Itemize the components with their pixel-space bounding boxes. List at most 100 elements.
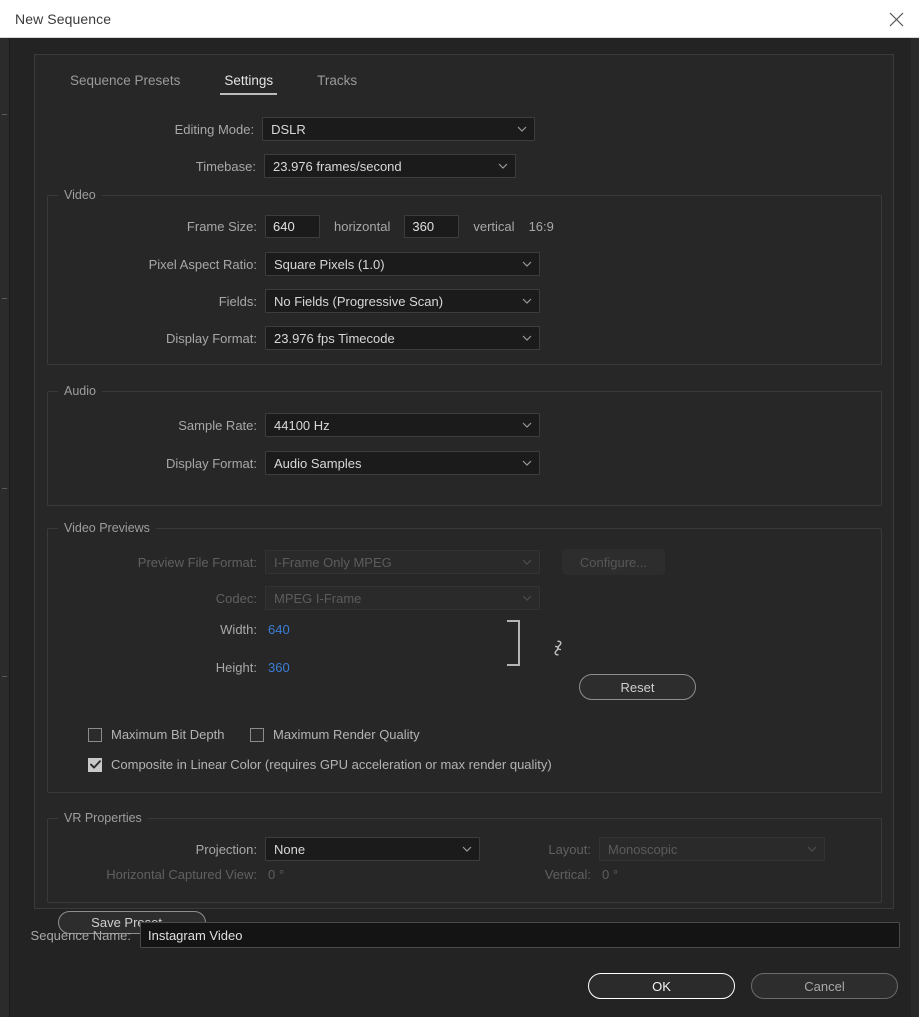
audio-display-format-row: Display Format: Audio Samples xyxy=(36,451,596,475)
close-icon[interactable] xyxy=(873,0,919,38)
tab-tracks[interactable]: Tracks xyxy=(295,73,379,95)
projection-value: None xyxy=(274,842,305,857)
preview-file-format-label: Preview File Format: xyxy=(36,555,257,570)
dialog-titlebar: New Sequence xyxy=(0,0,919,38)
video-display-format-select[interactable]: 23.976 fps Timecode xyxy=(265,326,540,350)
configure-button: Configure... xyxy=(562,549,665,575)
audio-display-format-label: Display Format: xyxy=(36,456,257,471)
audio-group-title: Audio xyxy=(58,384,102,398)
frame-size-row: Frame Size: 640 horizontal 360 vertical … xyxy=(36,215,636,238)
link-chain-icon[interactable] xyxy=(550,639,566,662)
editing-mode-select[interactable]: DSLR xyxy=(262,117,535,141)
composite-linear-color-checkbox[interactable]: Composite in Linear Color (requires GPU … xyxy=(88,757,552,772)
dialog-title: New Sequence xyxy=(15,11,111,27)
sample-rate-label: Sample Rate: xyxy=(36,418,257,433)
preview-width-row: Width: 640 xyxy=(36,622,436,637)
reset-button[interactable]: Reset xyxy=(579,674,696,700)
fields-label: Fields: xyxy=(36,294,257,309)
video-previews-group-title: Video Previews xyxy=(58,521,156,535)
layout-row: Layout: Monoscopic xyxy=(518,837,878,861)
frame-height-input[interactable]: 360 xyxy=(404,215,459,238)
chevron-down-icon xyxy=(517,126,527,132)
maximum-render-quality-label: Maximum Render Quality xyxy=(273,727,420,742)
editing-mode-label: Editing Mode: xyxy=(35,122,254,137)
video-group-title: Video xyxy=(58,188,102,202)
maximum-bit-depth-label: Maximum Bit Depth xyxy=(111,727,224,742)
sequence-name-row: Sequence Name: Instagram Video xyxy=(24,922,904,948)
timebase-select[interactable]: 23.976 frames/second xyxy=(264,154,516,178)
frame-width-input[interactable]: 640 xyxy=(265,215,320,238)
preview-file-format-value: I-Frame Only MPEG xyxy=(274,555,392,570)
fields-value: No Fields (Progressive Scan) xyxy=(274,294,443,309)
fields-row: Fields: No Fields (Progressive Scan) xyxy=(36,289,596,313)
preview-width-value[interactable]: 640 xyxy=(268,622,290,637)
horizontal-captured-view-row: Horizontal Captured View: 0 ° xyxy=(36,867,436,882)
checkbox-box-checked xyxy=(88,758,102,772)
chevron-down-icon xyxy=(522,460,532,466)
layout-select: Monoscopic xyxy=(599,837,825,861)
projection-label: Projection: xyxy=(36,842,257,857)
checkbox-box xyxy=(88,728,102,742)
video-group: Video Frame Size: 640 horizontal 360 ver… xyxy=(47,195,882,365)
video-display-format-row: Display Format: 23.976 fps Timecode xyxy=(36,326,596,350)
video-previews-group: Video Previews Preview File Format: I-Fr… xyxy=(47,528,882,793)
audio-display-format-select[interactable]: Audio Samples xyxy=(265,451,540,475)
vertical-label: vertical xyxy=(473,219,514,234)
codec-row: Codec: MPEG I-Frame xyxy=(36,586,596,610)
tab-settings[interactable]: Settings xyxy=(202,73,295,95)
chevron-down-icon xyxy=(522,261,532,267)
chevron-down-icon xyxy=(498,163,508,169)
sequence-name-label: Sequence Name: xyxy=(24,928,131,943)
codec-select: MPEG I-Frame xyxy=(265,586,540,610)
sample-rate-select[interactable]: 44100 Hz xyxy=(265,413,540,437)
timebase-label: Timebase: xyxy=(35,159,256,174)
pixel-aspect-select[interactable]: Square Pixels (1.0) xyxy=(265,252,540,276)
projection-row: Projection: None xyxy=(36,837,506,861)
chevron-down-icon xyxy=(522,298,532,304)
frame-size-label: Frame Size: xyxy=(36,219,257,234)
chevron-down-icon xyxy=(522,559,532,565)
check-icon xyxy=(90,760,101,769)
maximum-render-quality-checkbox[interactable]: Maximum Render Quality xyxy=(250,727,420,742)
preview-file-format-row: Preview File Format: I-Frame Only MPEG C… xyxy=(36,549,686,575)
background-app-right-edge xyxy=(911,36,919,1017)
pixel-aspect-value: Square Pixels (1.0) xyxy=(274,257,385,272)
composite-linear-color-label: Composite in Linear Color (requires GPU … xyxy=(111,757,552,772)
preview-height-value[interactable]: 360 xyxy=(268,660,290,675)
background-app-left-edge xyxy=(0,36,10,1017)
sample-rate-value: 44100 Hz xyxy=(274,418,330,433)
pixel-aspect-row: Pixel Aspect Ratio: Square Pixels (1.0) xyxy=(36,252,596,276)
audio-group: Audio Sample Rate: 44100 Hz Display Form… xyxy=(47,391,882,506)
horizontal-label: horizontal xyxy=(334,219,390,234)
aspect-ratio-text: 16:9 xyxy=(529,219,554,234)
video-display-format-label: Display Format: xyxy=(36,331,257,346)
chevron-down-icon xyxy=(522,335,532,341)
horizontal-captured-view-label: Horizontal Captured View: xyxy=(36,867,257,882)
fields-select[interactable]: No Fields (Progressive Scan) xyxy=(265,289,540,313)
sequence-name-input[interactable]: Instagram Video xyxy=(140,922,900,948)
video-display-format-value: 23.976 fps Timecode xyxy=(274,331,395,346)
dialog-body: Sequence Presets Settings Tracks Editing… xyxy=(10,38,911,1017)
ok-button[interactable]: OK xyxy=(588,973,735,999)
vr-vertical-value: 0 ° xyxy=(602,867,618,882)
horizontal-captured-view-value: 0 ° xyxy=(268,867,284,882)
checkbox-box xyxy=(250,728,264,742)
chevron-down-icon xyxy=(807,846,817,852)
preview-file-format-select: I-Frame Only MPEG xyxy=(265,550,540,574)
layout-label: Layout: xyxy=(518,842,591,857)
chevron-down-icon xyxy=(462,846,472,852)
vr-vertical-row: Vertical: 0 ° xyxy=(518,867,818,882)
tab-sequence-presets[interactable]: Sequence Presets xyxy=(48,73,202,95)
preview-height-label: Height: xyxy=(36,660,257,675)
maximum-bit-depth-checkbox[interactable]: Maximum Bit Depth xyxy=(88,727,224,742)
projection-select[interactable]: None xyxy=(265,837,480,861)
preview-width-label: Width: xyxy=(36,622,257,637)
sample-rate-row: Sample Rate: 44100 Hz xyxy=(36,413,596,437)
audio-display-format-value: Audio Samples xyxy=(274,456,361,471)
cancel-button[interactable]: Cancel xyxy=(751,973,898,999)
codec-label: Codec: xyxy=(36,591,257,606)
layout-value: Monoscopic xyxy=(608,842,677,857)
link-bracket-icon xyxy=(507,620,520,666)
pixel-aspect-label: Pixel Aspect Ratio: xyxy=(36,257,257,272)
tab-bar: Sequence Presets Settings Tracks xyxy=(48,73,379,105)
